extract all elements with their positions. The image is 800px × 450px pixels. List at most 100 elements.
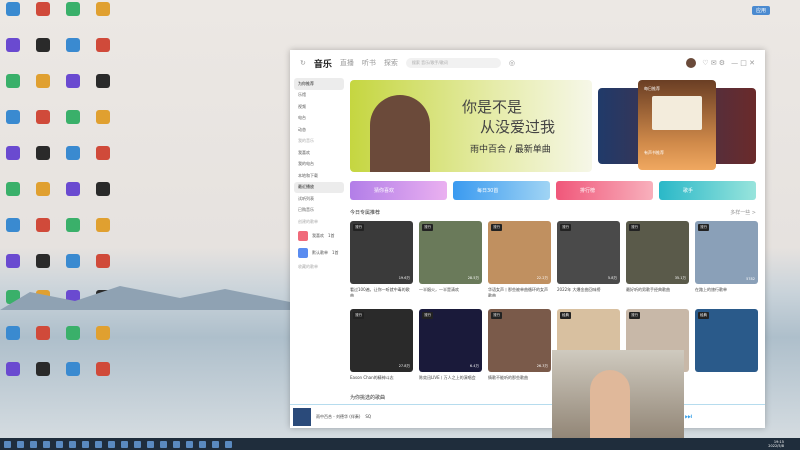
desktop-shortcut-icon[interactable] (32, 326, 54, 354)
desktop-shortcut-icon[interactable] (32, 218, 54, 246)
taskbar-app-icon[interactable] (186, 440, 193, 448)
desktop-shortcut-icon[interactable] (92, 110, 114, 138)
playlist-card[interactable]: 流行 5782 在路上的旅行歌单 (695, 221, 758, 297)
desktop-shortcut-icon[interactable] (62, 254, 84, 282)
playlist-cover[interactable]: 流行 6.4万 (419, 309, 482, 372)
desktop-shortcut-icon[interactable] (2, 38, 24, 66)
playlist-cover[interactable]: 流行 27.8万 (350, 309, 413, 372)
banner[interactable]: 你是不是 从没爱过我 雨中百合 / 最新单曲 (350, 80, 592, 172)
taskbar-app-icon[interactable] (225, 440, 232, 448)
taskbar-app-icon[interactable] (17, 440, 24, 448)
voice-search-icon[interactable]: ◎ (509, 59, 515, 67)
desktop-shortcut-icon[interactable] (2, 182, 24, 210)
desktop-shortcut-icon[interactable] (2, 74, 24, 102)
song-title[interactable]: 雨中百合 - 刘德华 (伴奏) (316, 414, 360, 420)
playlist-title[interactable]: 在路上的旅行歌单 (695, 287, 758, 297)
playlist-card[interactable]: 流行 26.3万情歌不能听的那些歌曲 (488, 309, 551, 385)
sidebar-item-my-radio[interactable]: 我的电台 (294, 159, 344, 171)
desktop-shortcut-icon[interactable] (32, 2, 54, 30)
sidebar-item-trial[interactable]: 试听列表 (294, 193, 344, 205)
taskbar-app-icon[interactable] (160, 440, 167, 448)
taskbar-app-icon[interactable] (95, 440, 102, 448)
taskbar-app-icon[interactable] (108, 440, 115, 448)
sidebar-item-feed[interactable]: 动态 (294, 124, 344, 136)
taskbar-app-icon[interactable] (82, 440, 89, 448)
desktop-shortcut-icon[interactable] (2, 218, 24, 246)
tab-music[interactable]: 音乐 (314, 57, 332, 70)
playlist-liked[interactable]: 我喜欢 1首 (294, 228, 344, 245)
playlist-cover[interactable]: 经典 (695, 309, 758, 372)
desktop-shortcut-icon[interactable] (92, 254, 114, 282)
taskbar-app-icon[interactable] (147, 440, 154, 448)
desktop-shortcut-icon[interactable] (2, 110, 24, 138)
refresh-icon[interactable]: ↻ (300, 59, 306, 67)
sidebar-item-radio[interactable]: 电台 (294, 113, 344, 125)
taskbar-app-icon[interactable] (56, 440, 63, 448)
desktop-shortcut-icon[interactable] (62, 182, 84, 210)
desktop-shortcut-icon[interactable] (62, 2, 84, 30)
clock[interactable]: 19:15 2022/5/8 (768, 440, 800, 448)
desktop-shortcut-icon[interactable] (32, 362, 54, 390)
desktop-shortcut-icon[interactable] (2, 146, 24, 174)
taskbar-app-icon[interactable] (134, 440, 141, 448)
desktop-shortcut-icon[interactable] (62, 326, 84, 354)
playlist-card[interactable]: 流行 19.6万 看过100遍，让你一听就中毒的歌曲 (350, 221, 413, 297)
sidebar-item-hall[interactable]: 乐馆 (294, 90, 344, 102)
playlist-cover[interactable]: 流行 5782 (695, 221, 758, 284)
desktop-shortcut-icon[interactable] (62, 362, 84, 390)
playlist-cover[interactable]: 流行 5.8万 (557, 221, 620, 284)
taskbar-app-icon[interactable] (4, 440, 11, 448)
playlist-cover[interactable]: 流行 35.1万 (626, 221, 689, 284)
desktop-shortcut-icon[interactable] (92, 362, 114, 390)
desktop-shortcut-icon[interactable] (32, 110, 54, 138)
tray-badge[interactable]: 应用 (751, 6, 770, 15)
playlist-card[interactable]: 流行 27.8万 Eason Chan的精神斗志 (350, 309, 413, 385)
settings-icon[interactable]: ♡ ✉ ⚙ (702, 59, 725, 67)
avatar[interactable] (686, 58, 697, 68)
playlist-cover[interactable]: 流行 26.3万 (488, 309, 551, 372)
desktop-shortcut-icon[interactable] (92, 218, 114, 246)
daily-30-button[interactable]: 每日30首 (453, 181, 550, 200)
window-controls[interactable]: — □ ✕ (731, 59, 755, 67)
desktop-shortcut-icon[interactable] (2, 362, 24, 390)
playlist-title[interactable]: 情歌不能听的那些歌曲 (488, 375, 551, 385)
taskbar-app-icon[interactable] (69, 440, 76, 448)
playlist-title[interactable]: 陈奕迅LIVE丨万人之上的演唱会 (419, 375, 482, 385)
desktop-shortcut-icon[interactable] (32, 38, 54, 66)
desktop-shortcut-icon[interactable] (2, 2, 24, 30)
sidebar-item-purchased[interactable]: 已购音乐 (294, 205, 344, 217)
taskbar-app-icon[interactable] (199, 440, 206, 448)
desktop-shortcut-icon[interactable] (92, 2, 114, 30)
playlist-card[interactable]: 流行 35.1万最好听的男歌手经典歌曲 (626, 221, 689, 297)
desktop-shortcut-icon[interactable] (92, 146, 114, 174)
taskbar-app-icon[interactable] (43, 440, 50, 448)
playlist-card[interactable]: 经典 (695, 309, 758, 385)
playlist-title[interactable]: 看过100遍，让你一听就中毒的歌曲 (350, 287, 413, 297)
playlist-title[interactable] (695, 375, 758, 385)
playlist-card[interactable]: 流行 22.2万 华语女声丨那些被单曲循环的女声歌曲 (488, 221, 551, 297)
desktop-shortcut-icon[interactable] (62, 146, 84, 174)
desktop-shortcut-icon[interactable] (92, 74, 114, 102)
desktop-shortcut-icon[interactable] (32, 182, 54, 210)
taskbar-app-icon[interactable] (173, 440, 180, 448)
taskbar-app-icon[interactable] (30, 440, 37, 448)
desktop-shortcut-icon[interactable] (32, 74, 54, 102)
album-cover[interactable] (293, 407, 311, 426)
tab-audiobook[interactable]: 听书 (362, 58, 376, 68)
desktop-shortcut-icon[interactable] (62, 74, 84, 102)
desktop-shortcut-icon[interactable] (62, 38, 84, 66)
playlist-cover[interactable]: 流行 28.5万 (419, 221, 482, 284)
more-link[interactable]: 多样一些 > (730, 209, 756, 216)
desktop-shortcut-icon[interactable] (2, 254, 24, 282)
desktop-shortcut-icon[interactable] (92, 326, 114, 354)
desktop-shortcut-icon[interactable] (92, 182, 114, 210)
taskbar-app-icon[interactable] (212, 440, 219, 448)
daily-card[interactable]: 每日推荐 有声书推荐 (638, 80, 716, 170)
desktop-shortcut-icon[interactable] (32, 254, 54, 282)
playlist-title[interactable]: 最好听的男歌手经典歌曲 (626, 287, 689, 297)
desktop-shortcut-icon[interactable] (32, 146, 54, 174)
tab-explore[interactable]: 探索 (384, 58, 398, 68)
desktop-shortcut-icon[interactable] (62, 218, 84, 246)
search-input[interactable]: 搜索 音乐/歌手/歌词 (405, 58, 501, 68)
next-icon[interactable]: ⏭ (685, 412, 692, 422)
